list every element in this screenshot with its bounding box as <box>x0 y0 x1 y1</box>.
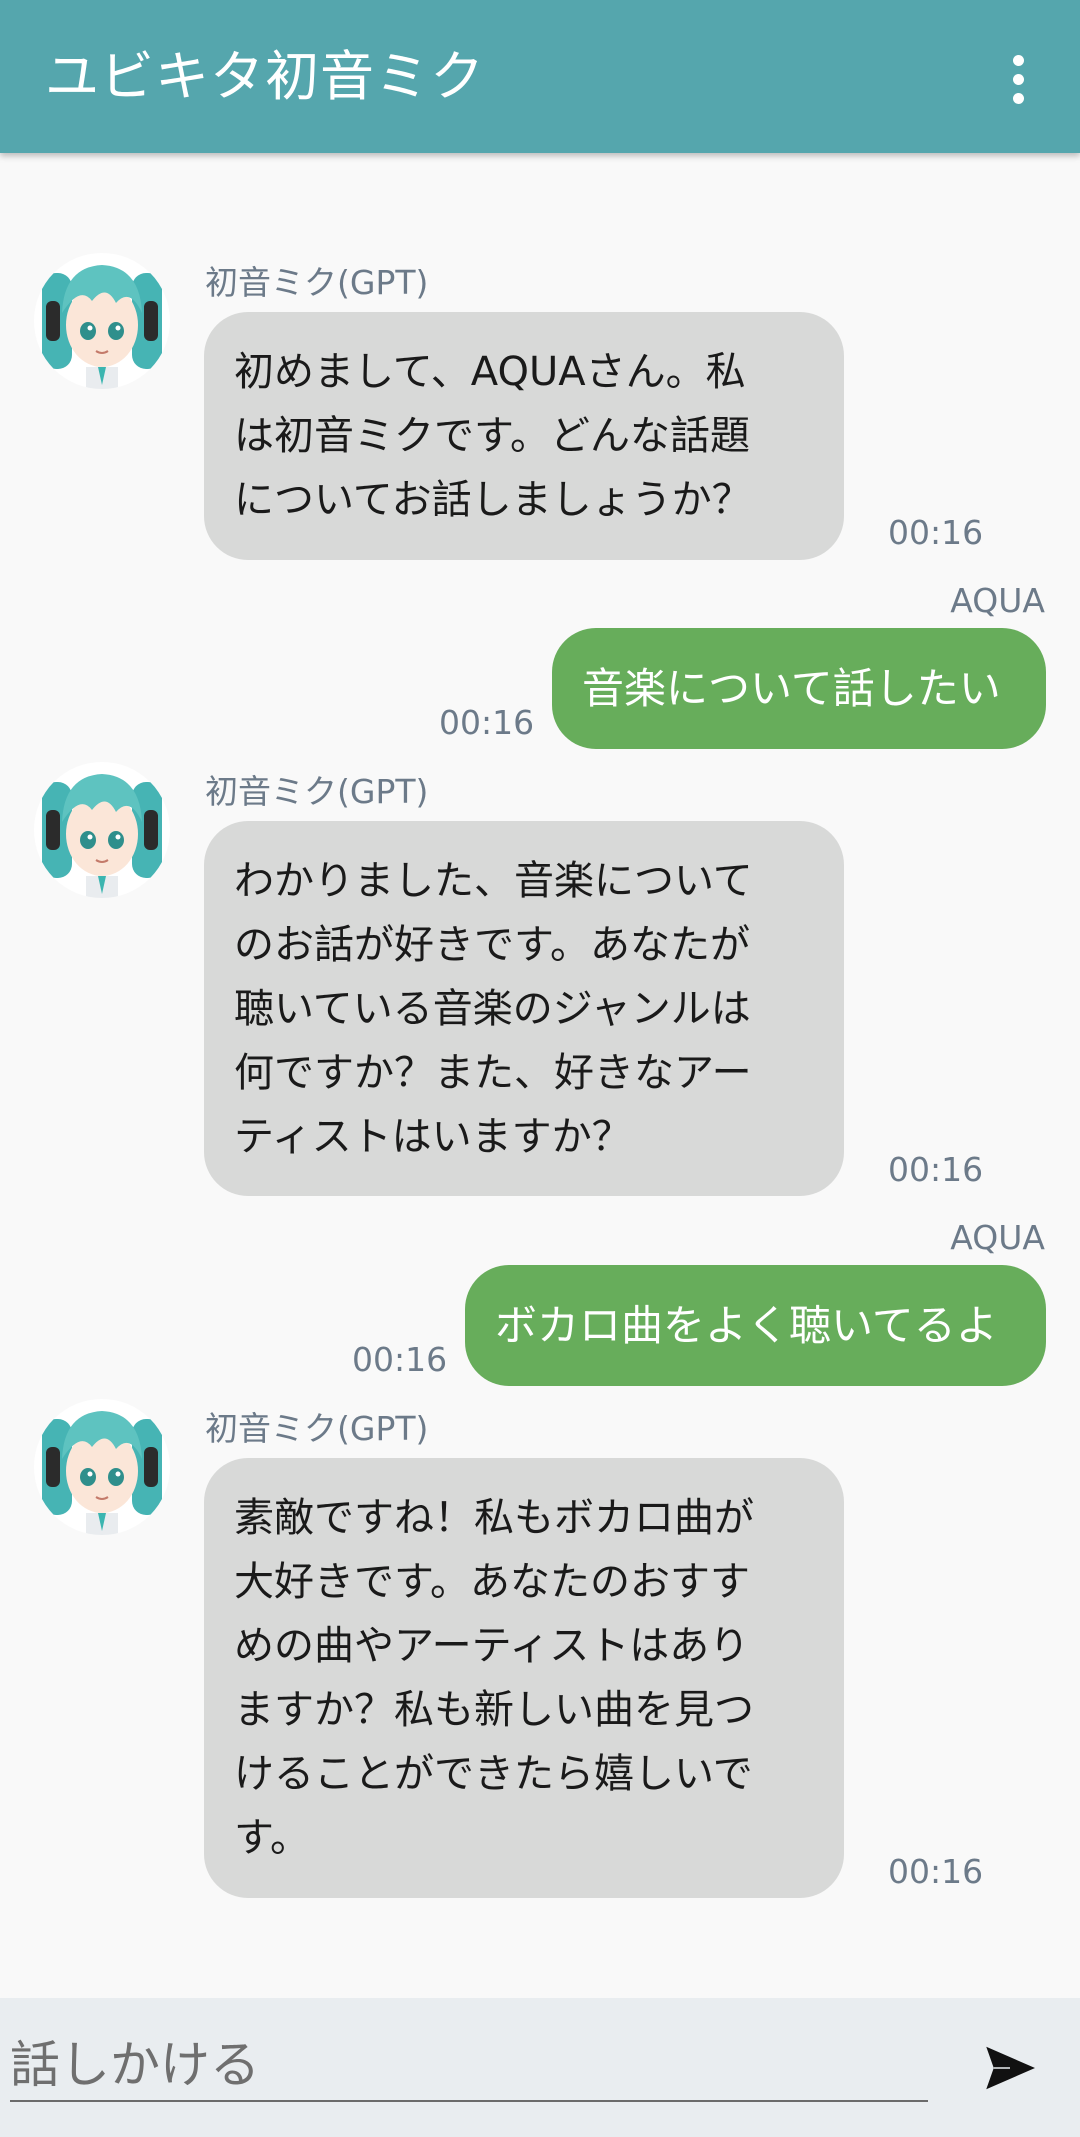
chat-list[interactable]: 初音ミク(GPT) 初めまして、AQUAさん。私 は初音ミクです。どんな話題 に… <box>0 153 1080 1998</box>
send-icon[interactable] <box>980 2038 1040 2098</box>
message-time: 00:16 <box>888 1150 984 1189</box>
hatsune-miku-avatar <box>34 762 170 898</box>
hatsune-miku-avatar <box>34 1399 170 1535</box>
app-bar: ユビキタ初音ミク <box>0 0 1080 153</box>
message-time: 00:16 <box>888 1852 984 1891</box>
sender-name: 初音ミク(GPT) <box>205 1409 429 1448</box>
sender-name: 初音ミク(GPT) <box>205 263 429 302</box>
bot-message-bubble[interactable]: わかりました、音楽について のお話が好きです。あなたが 聴いている音楽のジャンル… <box>204 821 844 1196</box>
message-input-bar <box>0 1998 1080 2137</box>
message-time: 00:16 <box>888 513 984 552</box>
message-input[interactable] <box>10 2030 928 2102</box>
message-time: 00:16 <box>352 1340 448 1379</box>
sender-name: AQUA <box>950 581 1045 620</box>
more-vert-icon[interactable] <box>990 44 1046 114</box>
hatsune-miku-avatar <box>34 253 170 389</box>
app-title: ユビキタ初音ミク <box>45 45 485 108</box>
sender-name: AQUA <box>950 1218 1045 1257</box>
user-message-bubble[interactable]: ボカロ曲をよく聴いてるよ <box>465 1265 1046 1386</box>
bot-message-bubble[interactable]: 初めまして、AQUAさん。私 は初音ミクです。どんな話題 についてお話しましょう… <box>204 312 844 560</box>
user-message-bubble[interactable]: 音楽について話したい <box>552 628 1046 749</box>
sender-name: 初音ミク(GPT) <box>205 772 429 811</box>
message-time: 00:16 <box>439 703 535 742</box>
bot-message-bubble[interactable]: 素敵ですね！私もボカロ曲が 大好きです。あなたのおすす めの曲やアーティストはあ… <box>204 1458 844 1898</box>
